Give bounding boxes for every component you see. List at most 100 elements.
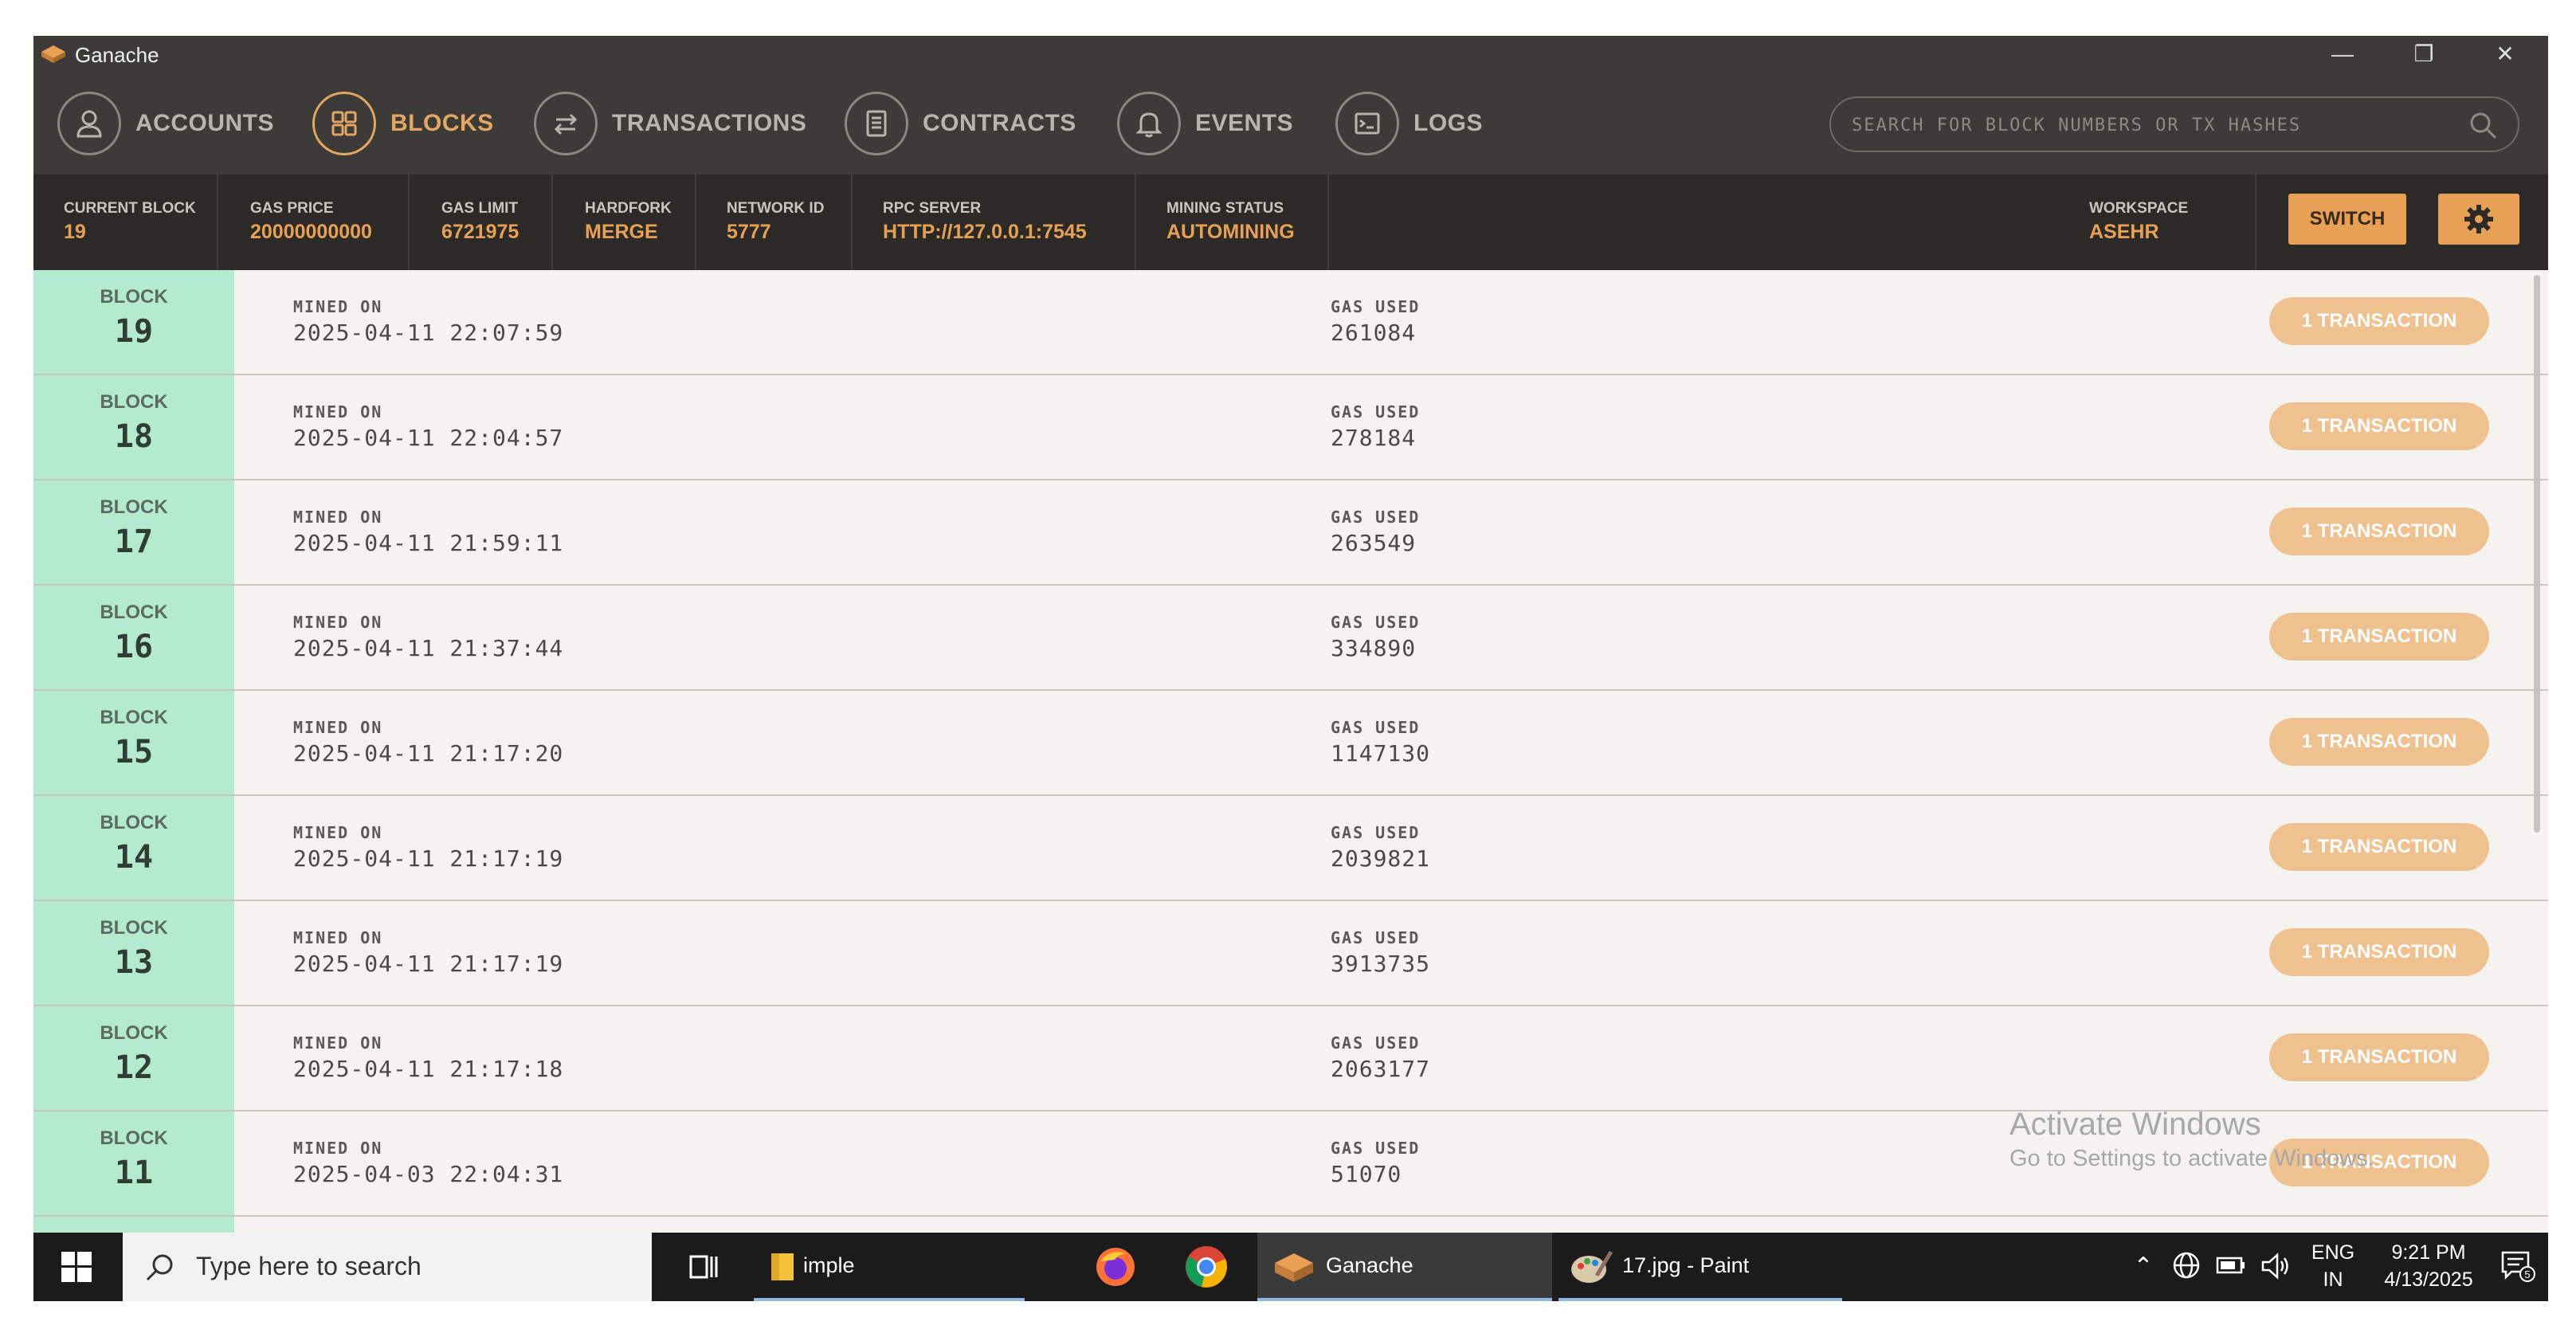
block-number-cell: BLOCK 15: [33, 691, 234, 794]
taskbar-search-placeholder: Type here to search: [196, 1252, 421, 1280]
mined-on-label: MINED ON: [293, 1033, 383, 1053]
taskbar-app-chrome[interactable]: [1174, 1233, 1238, 1301]
taskbar-app-label: 17.jpg - Paint: [1622, 1253, 1750, 1277]
stat-label: MINING STATUS: [1166, 200, 1284, 217]
block-number: 18: [114, 418, 154, 455]
stat-label: WORKSPACE: [2089, 200, 2189, 217]
close-button[interactable]: ✕: [2465, 36, 2545, 74]
mined-on-value: 2025-04-11 22:04:57: [293, 425, 564, 451]
block-row[interactable]: BLOCK 19 MINED ON 2025-04-11 22:07:59 GAS…: [33, 270, 2548, 375]
mining-status-stat: MINING STATUS AUTOMINING: [1136, 174, 1329, 270]
block-number-cell: [33, 1217, 234, 1233]
notification-count: 5: [2524, 1268, 2530, 1280]
restore-button[interactable]: ❐: [2384, 36, 2464, 74]
activate-windows-watermark: Activate Windows Go to Settings to activ…: [2009, 1107, 2374, 1172]
stat-label: GAS LIMIT: [441, 200, 519, 217]
transaction-count-badge[interactable]: 1 TRANSACTION: [2269, 402, 2489, 450]
transaction-count-badge[interactable]: 1 TRANSACTION: [2269, 1033, 2489, 1081]
terminal-icon: [1355, 112, 1380, 135]
nav-transactions[interactable]: TRANSACTIONS: [534, 92, 806, 155]
block-row[interactable]: BLOCK 13 MINED ON 2025-04-11 21:17:19 GAS…: [33, 901, 2548, 1006]
taskbar-app-firefox[interactable]: [1084, 1233, 1147, 1301]
search-icon[interactable]: [2468, 111, 2499, 141]
nav-contracts[interactable]: CONTRACTS: [845, 92, 1076, 155]
language-indicator[interactable]: ENG IN: [2301, 1233, 2365, 1301]
taskbar-app-ganache[interactable]: Ganache: [1257, 1233, 1552, 1301]
blocks-icon: [331, 111, 357, 136]
block-row[interactable]: BLOCK 17 MINED ON 2025-04-11 21:59:11 GAS…: [33, 480, 2548, 586]
block-row[interactable]: BLOCK 18 MINED ON 2025-04-11 22:04:57 GAS…: [33, 375, 2548, 480]
transaction-count-badge[interactable]: 1 TRANSACTION: [2269, 718, 2489, 766]
taskbar-app-paint[interactable]: 17.jpg - Paint: [1559, 1233, 1842, 1301]
mined-on-value: 2025-04-11 22:07:59: [293, 320, 564, 346]
gear-icon: [2464, 205, 2493, 233]
task-view-icon: [689, 1255, 718, 1279]
taskbar: Type here to search imple Ganache 17.jpg…: [33, 1233, 2548, 1301]
mined-on-value: 2025-04-11 21:17:19: [293, 845, 564, 872]
block-row[interactable]: BLOCK 15 MINED ON 2025-04-11 21:17:20 GAS…: [33, 691, 2548, 796]
battery-icon[interactable]: [2213, 1233, 2249, 1301]
mined-on-label: MINED ON: [293, 718, 383, 737]
nav-logs[interactable]: LOGS: [1335, 92, 1483, 155]
start-button[interactable]: [33, 1233, 120, 1301]
block-number: 11: [114, 1155, 154, 1191]
task-view-button[interactable]: [680, 1233, 728, 1301]
block-row[interactable]: BLOCK 12 MINED ON 2025-04-11 21:17:18 GAS…: [33, 1006, 2548, 1112]
transaction-count-badge[interactable]: 1 TRANSACTION: [2269, 297, 2489, 345]
stat-value: ASEHR: [2089, 221, 2159, 243]
transaction-count-badge[interactable]: 1 TRANSACTION: [2269, 613, 2489, 661]
network-icon[interactable]: [2169, 1233, 2204, 1301]
gas-used-value: 3913735: [1331, 951, 1431, 977]
stat-label: CURRENT BLOCK: [64, 200, 196, 217]
stat-label: RPC SERVER: [883, 200, 982, 217]
block-number: 19: [114, 313, 154, 350]
watermark-title: Activate Windows: [2009, 1107, 2261, 1142]
block-number-cell: BLOCK 11: [33, 1112, 234, 1215]
mined-on-value: 2025-04-11 21:17:20: [293, 740, 564, 767]
hardfork-stat: HARDFORK MERGE: [553, 174, 696, 270]
nav-label: BLOCKS: [390, 110, 494, 136]
clock[interactable]: 9:21 PM 4/13/2025: [2373, 1233, 2484, 1301]
volume-icon[interactable]: [2258, 1233, 2293, 1301]
taskbar-search[interactable]: Type here to search: [123, 1233, 652, 1301]
main-nav: ACCOUNTS BLOCKS TRANSACTIONS CONTRACTS E…: [33, 74, 2548, 174]
block-number-cell: BLOCK 16: [33, 586, 234, 689]
mined-on-label: MINED ON: [293, 1139, 383, 1158]
tray-chevron-up-icon[interactable]: ⌃: [2127, 1233, 2159, 1301]
gas-used-label: GAS USED: [1331, 718, 1421, 737]
stat-value: AUTOMINING: [1166, 221, 1295, 243]
scrollbar[interactable]: [2534, 275, 2540, 833]
account-icon: [76, 110, 102, 138]
stat-value: 19: [64, 221, 86, 243]
transaction-count-badge[interactable]: 1 TRANSACTION: [2269, 823, 2489, 871]
block-number-cell: BLOCK 14: [33, 796, 234, 900]
ganache-icon: [1275, 1253, 1313, 1282]
notifications-button[interactable]: 5: [2496, 1233, 2540, 1301]
settings-button[interactable]: [2438, 194, 2519, 245]
taskbar-app-folder[interactable]: imple: [754, 1233, 1025, 1301]
nav-events[interactable]: EVENTS: [1117, 92, 1293, 155]
transaction-count-badge[interactable]: 1 TRANSACTION: [2269, 928, 2489, 976]
nav-label: TRANSACTIONS: [612, 110, 807, 136]
gas-used-label: GAS USED: [1331, 297, 1421, 316]
nav-blocks[interactable]: BLOCKS: [312, 92, 494, 155]
ganache-window: Ganache — ❐ ✕ ACCOUNTS BLOCKS TRANSACTIO…: [33, 36, 2548, 1301]
switch-workspace-button[interactable]: SWITCH: [2288, 194, 2406, 245]
stat-value: MERGE: [585, 221, 658, 243]
mined-on-label: MINED ON: [293, 613, 383, 632]
minimize-button[interactable]: —: [2303, 36, 2382, 74]
transaction-count-badge[interactable]: 1 TRANSACTION: [2269, 508, 2489, 555]
mined-on-label: MINED ON: [293, 928, 383, 947]
search-input[interactable]: [1852, 109, 2457, 141]
block-row[interactable]: BLOCK 16 MINED ON 2025-04-11 21:37:44 GAS…: [33, 586, 2548, 691]
stat-label: NETWORK ID: [727, 200, 825, 217]
chrome-icon: [1186, 1246, 1227, 1288]
block-row[interactable]: BLOCK 14 MINED ON 2025-04-11 21:17:19 GAS…: [33, 796, 2548, 901]
search-box[interactable]: [1829, 96, 2519, 152]
search-icon: [146, 1254, 173, 1281]
block-number: 12: [114, 1049, 154, 1086]
nav-accounts[interactable]: ACCOUNTS: [57, 92, 274, 155]
taskbar-app-label: imple: [803, 1253, 855, 1277]
gas-used-label: GAS USED: [1331, 928, 1421, 947]
gas-used-label: GAS USED: [1331, 1033, 1421, 1053]
